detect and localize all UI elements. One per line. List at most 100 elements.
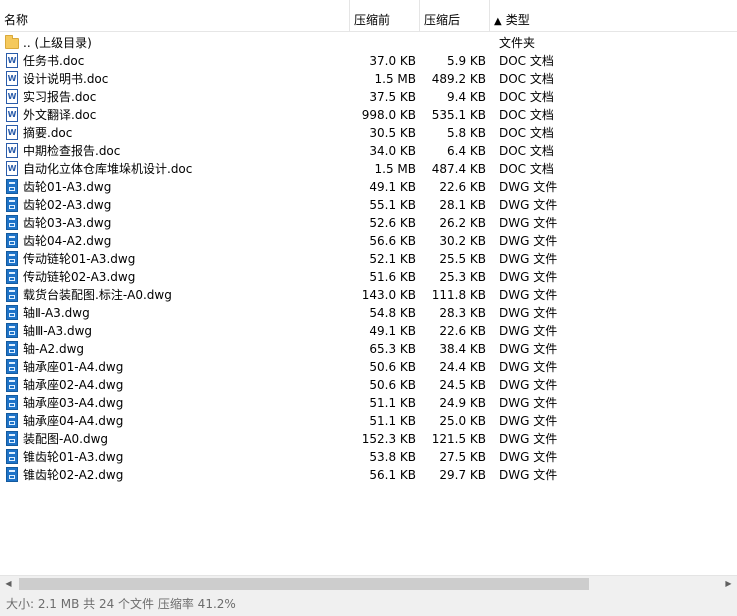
file-row[interactable]: 轴承座03-A4.dwg 51.1 KB 24.9 KB DWG 文件	[0, 394, 737, 412]
file-size: 53.8 KB	[369, 450, 416, 464]
file-name: 中期检查报告.doc	[23, 144, 121, 158]
file-size: 51.6 KB	[369, 270, 416, 284]
folder-icon	[5, 35, 19, 51]
file-size: 54.8 KB	[369, 306, 416, 320]
file-packed-size: 25.0 KB	[439, 414, 486, 428]
scrollbar-thumb[interactable]	[19, 578, 589, 590]
file-packed-size: 6.4 KB	[447, 144, 486, 158]
scroll-right-arrow-icon[interactable]: ▶	[720, 576, 737, 592]
dwg-file-icon	[5, 233, 19, 249]
file-row[interactable]: 传动链轮02-A3.dwg 51.6 KB 25.3 KB DWG 文件	[0, 268, 737, 286]
file-row[interactable]: 齿轮03-A3.dwg 52.6 KB 26.2 KB DWG 文件	[0, 214, 737, 232]
file-row[interactable]: 锥齿轮01-A3.dwg 53.8 KB 27.5 KB DWG 文件	[0, 448, 737, 466]
sort-ascending-icon: ▲	[494, 16, 502, 27]
file-row[interactable]: W 自动化立体仓库堆垛机设计.doc 1.5 MB 487.4 KB DOC 文档	[0, 160, 737, 178]
file-packed-size: 25.5 KB	[439, 252, 486, 266]
file-row[interactable]: 装配图-A0.dwg 152.3 KB 121.5 KB DWG 文件	[0, 430, 737, 448]
file-name: .. (上级目录)	[23, 36, 92, 50]
file-size: 998.0 KB	[361, 108, 416, 122]
file-row[interactable]: 轴承座01-A4.dwg 50.6 KB 24.4 KB DWG 文件	[0, 358, 737, 376]
dwg-file-icon	[5, 413, 19, 429]
file-name: 齿轮01-A3.dwg	[23, 180, 112, 194]
file-size: 1.5 MB	[374, 162, 416, 176]
file-type: DWG 文件	[499, 288, 558, 302]
file-type: DWG 文件	[499, 360, 558, 374]
dwg-file-icon	[5, 431, 19, 447]
dwg-file-icon	[5, 449, 19, 465]
file-row[interactable]: 传动链轮01-A3.dwg 52.1 KB 25.5 KB DWG 文件	[0, 250, 737, 268]
column-header-size[interactable]: 压缩前	[350, 0, 420, 32]
file-name: 载货台装配图.标注-A0.dwg	[23, 288, 172, 302]
file-row[interactable]: 载货台装配图.标注-A0.dwg 143.0 KB 111.8 KB DWG 文件	[0, 286, 737, 304]
file-packed-size: 22.6 KB	[439, 324, 486, 338]
file-type: DWG 文件	[499, 270, 558, 284]
file-row[interactable]: W 中期检查报告.doc 34.0 KB 6.4 KB DOC 文档	[0, 142, 737, 160]
file-packed-size: 489.2 KB	[431, 72, 486, 86]
file-row[interactable]: W 设计说明书.doc 1.5 MB 489.2 KB DOC 文档	[0, 70, 737, 88]
file-packed-size: 28.3 KB	[439, 306, 486, 320]
file-type: DOC 文档	[499, 144, 554, 158]
file-name: 轴Ⅱ-A3.dwg	[23, 306, 90, 320]
file-name: 传动链轮02-A3.dwg	[23, 270, 136, 284]
dwg-file-icon	[5, 269, 19, 285]
file-row[interactable]: 轴Ⅲ-A3.dwg 49.1 KB 22.6 KB DWG 文件	[0, 322, 737, 340]
word-doc-icon: W	[5, 71, 19, 87]
file-size: 65.3 KB	[369, 342, 416, 356]
file-size: 50.6 KB	[369, 378, 416, 392]
file-packed-size: 24.4 KB	[439, 360, 486, 374]
file-packed-size: 5.8 KB	[447, 126, 486, 140]
dwg-file-icon	[5, 287, 19, 303]
file-row[interactable]: 齿轮01-A3.dwg 49.1 KB 22.6 KB DWG 文件	[0, 178, 737, 196]
file-row[interactable]: 锥齿轮02-A2.dwg 56.1 KB 29.7 KB DWG 文件	[0, 466, 737, 484]
file-type: DWG 文件	[499, 180, 558, 194]
file-name: 齿轮03-A3.dwg	[23, 216, 112, 230]
file-row[interactable]: 轴-A2.dwg 65.3 KB 38.4 KB DWG 文件	[0, 340, 737, 358]
file-type: DOC 文档	[499, 162, 554, 176]
file-row[interactable]: 轴承座02-A4.dwg 50.6 KB 24.5 KB DWG 文件	[0, 376, 737, 394]
file-name: 齿轮02-A3.dwg	[23, 198, 112, 212]
file-type: 文件夹	[499, 36, 536, 50]
file-row[interactable]: W 任务书.doc 37.0 KB 5.9 KB DOC 文档	[0, 52, 737, 70]
file-type: DWG 文件	[499, 342, 558, 356]
file-size: 34.0 KB	[369, 144, 416, 158]
file-name: 摘要.doc	[23, 126, 73, 140]
scroll-left-arrow-icon[interactable]: ◀	[0, 576, 17, 592]
file-type: DOC 文档	[499, 54, 554, 68]
file-name: 锥齿轮02-A2.dwg	[23, 468, 124, 482]
file-type: DOC 文档	[499, 126, 554, 140]
dwg-file-icon	[5, 323, 19, 339]
file-name: 轴-A2.dwg	[23, 342, 85, 356]
file-row[interactable]: W 外文翻译.doc 998.0 KB 535.1 KB DOC 文档	[0, 106, 737, 124]
file-row[interactable]: .. (上级目录) 文件夹	[0, 34, 737, 52]
file-size: 1.5 MB	[374, 72, 416, 86]
column-header-name[interactable]: 名称	[0, 0, 350, 32]
file-packed-size: 5.9 KB	[447, 54, 486, 68]
file-row[interactable]: 齿轮04-A2.dwg 56.6 KB 30.2 KB DWG 文件	[0, 232, 737, 250]
file-type: DWG 文件	[499, 414, 558, 428]
column-header-packed[interactable]: 压缩后	[420, 0, 490, 32]
file-row[interactable]: 轴承座04-A4.dwg 51.1 KB 25.0 KB DWG 文件	[0, 412, 737, 430]
file-row[interactable]: 轴Ⅱ-A3.dwg 54.8 KB 28.3 KB DWG 文件	[0, 304, 737, 322]
column-header-type[interactable]: ▲ 类型	[490, 0, 737, 32]
file-type: DWG 文件	[499, 234, 558, 248]
file-packed-size: 22.6 KB	[439, 180, 486, 194]
file-size: 37.5 KB	[369, 90, 416, 104]
file-size: 37.0 KB	[369, 54, 416, 68]
column-header-size-label: 压缩前	[354, 13, 391, 27]
word-doc-icon: W	[5, 143, 19, 159]
file-packed-size: 28.1 KB	[439, 198, 486, 212]
file-name: 轴承座04-A4.dwg	[23, 414, 124, 428]
file-row[interactable]: W 实习报告.doc 37.5 KB 9.4 KB DOC 文档	[0, 88, 737, 106]
dwg-file-icon	[5, 377, 19, 393]
dwg-file-icon	[5, 305, 19, 321]
file-name: 锥齿轮01-A3.dwg	[23, 450, 124, 464]
file-list: .. (上级目录) 文件夹 W 任务书.doc 37.0 KB 5.9 KB DOC 文档 W…	[0, 34, 737, 484]
dwg-file-icon	[5, 467, 19, 483]
horizontal-scrollbar[interactable]: ◀ ▶	[0, 575, 737, 592]
word-doc-icon: W	[5, 89, 19, 105]
file-name: 轴Ⅲ-A3.dwg	[23, 324, 93, 338]
file-row[interactable]: W 摘要.doc 30.5 KB 5.8 KB DOC 文档	[0, 124, 737, 142]
file-packed-size: 535.1 KB	[431, 108, 486, 122]
file-row[interactable]: 齿轮02-A3.dwg 55.1 KB 28.1 KB DWG 文件	[0, 196, 737, 214]
column-header-packed-label: 压缩后	[424, 13, 461, 27]
